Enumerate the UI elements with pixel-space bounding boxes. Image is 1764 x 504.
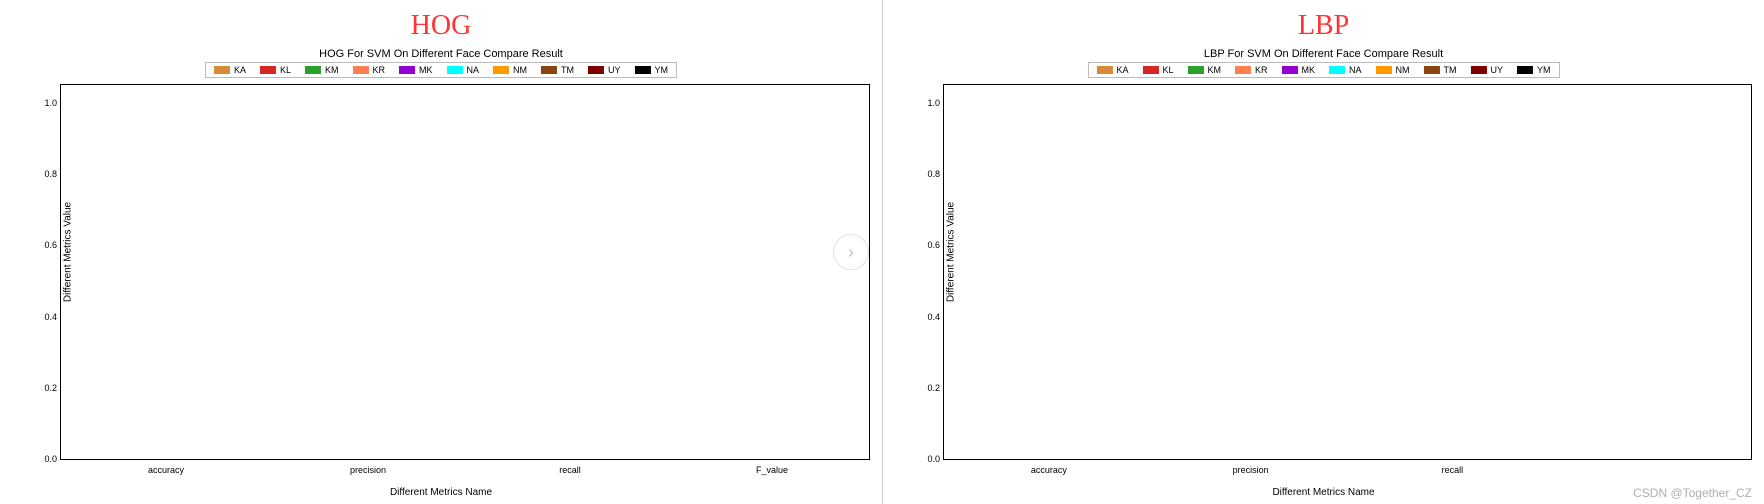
watermark-text: CSDN @Together_CZ	[1633, 486, 1752, 500]
legend-label: KR	[1255, 65, 1268, 75]
legend: KA KL KM KR MK NA NM TM UY YM	[205, 62, 677, 78]
legend-swatch	[635, 66, 651, 74]
legend-swatch	[399, 66, 415, 74]
legend-item: KR	[1235, 65, 1268, 75]
legend-swatch	[1282, 66, 1298, 74]
legend-item: NM	[1376, 65, 1410, 75]
legend-label: KA	[1116, 65, 1128, 75]
plot-area: 0.00.20.40.60.81.0accuracyprecisionrecal…	[944, 85, 1751, 459]
legend-item: TM	[1424, 65, 1457, 75]
legend-swatch	[260, 66, 276, 74]
panel-big-title: LBP	[1298, 10, 1349, 42]
legend-swatch	[1096, 66, 1112, 74]
legend-label: KM	[1207, 65, 1221, 75]
y-tick: 0.8	[44, 169, 57, 179]
legend-label: YM	[1537, 65, 1551, 75]
legend-swatch	[1187, 66, 1203, 74]
plot-area: 0.00.20.40.60.81.0accuracyprecisionrecal…	[61, 85, 869, 459]
legend-item: UY	[588, 65, 621, 75]
legend-item: KA	[214, 65, 246, 75]
legend-label: NA	[1349, 65, 1362, 75]
carousel-next-button[interactable]: ›	[833, 234, 869, 270]
panel-subtitle: LBP For SVM On Different Face Compare Re…	[1204, 48, 1443, 60]
legend-label: TM	[561, 65, 574, 75]
legend-swatch	[447, 66, 463, 74]
legend-label: NM	[513, 65, 527, 75]
legend-label: KR	[372, 65, 385, 75]
legend-label: KM	[325, 65, 339, 75]
legend-item: KL	[1142, 65, 1173, 75]
legend-item: KL	[260, 65, 291, 75]
legend-swatch	[214, 66, 230, 74]
legend-swatch	[1142, 66, 1158, 74]
legend-label: UY	[1491, 65, 1504, 75]
legend-item: MK	[399, 65, 433, 75]
legend-swatch	[305, 66, 321, 74]
legend-item: KM	[1187, 65, 1221, 75]
panel-subtitle: HOG For SVM On Different Face Compare Re…	[319, 48, 563, 60]
legend-item: UY	[1471, 65, 1504, 75]
y-tick: 1.0	[44, 98, 57, 108]
legend-item: KM	[305, 65, 339, 75]
legend-swatch	[493, 66, 509, 74]
legend-swatch	[588, 66, 604, 74]
y-tick: 0.4	[44, 312, 57, 322]
x-axis-label: Different Metrics Name	[390, 487, 492, 498]
plot-frame: 0.00.20.40.60.81.0accuracyprecisionrecal…	[943, 84, 1752, 460]
legend-swatch	[1517, 66, 1533, 74]
x-tick: recall	[1442, 465, 1464, 475]
legend-item: MK	[1282, 65, 1316, 75]
legend-label: TM	[1444, 65, 1457, 75]
legend-label: UY	[608, 65, 621, 75]
chart-panel-hog: HOG HOG For SVM On Different Face Compar…	[0, 0, 882, 504]
x-axis-label: Different Metrics Name	[1272, 487, 1374, 498]
chart-panel-lbp: LBP LBP For SVM On Different Face Compar…	[882, 0, 1764, 504]
chevron-right-icon: ›	[848, 242, 854, 263]
legend-label: KA	[234, 65, 246, 75]
y-tick: 0.2	[44, 383, 57, 393]
y-tick: 0.2	[927, 383, 940, 393]
y-tick: 0.8	[927, 169, 940, 179]
legend-item: NA	[447, 65, 480, 75]
legend-item: NA	[1329, 65, 1362, 75]
legend-swatch	[1424, 66, 1440, 74]
legend-label: NA	[467, 65, 480, 75]
legend-label: KL	[280, 65, 291, 75]
y-tick: 0.4	[927, 312, 940, 322]
legend-item: TM	[541, 65, 574, 75]
legend-label: YM	[655, 65, 669, 75]
x-tick: precision	[1233, 465, 1269, 475]
x-tick: accuracy	[148, 465, 184, 475]
y-tick: 0.0	[44, 454, 57, 464]
legend-swatch	[1376, 66, 1392, 74]
legend-swatch	[1329, 66, 1345, 74]
y-tick: 0.6	[927, 240, 940, 250]
legend-swatch	[1471, 66, 1487, 74]
x-tick: accuracy	[1031, 465, 1067, 475]
y-tick: 1.0	[927, 98, 940, 108]
legend-item: KR	[352, 65, 385, 75]
legend-swatch	[352, 66, 368, 74]
legend-swatch	[541, 66, 557, 74]
legend-item: NM	[493, 65, 527, 75]
y-tick: 0.0	[927, 454, 940, 464]
legend-item: YM	[635, 65, 669, 75]
legend-label: MK	[1302, 65, 1316, 75]
x-tick: recall	[559, 465, 581, 475]
legend-swatch	[1235, 66, 1251, 74]
legend-label: MK	[419, 65, 433, 75]
plot-frame: 0.00.20.40.60.81.0accuracyprecisionrecal…	[60, 84, 870, 460]
legend-label: NM	[1396, 65, 1410, 75]
y-tick: 0.6	[44, 240, 57, 250]
legend-label: KL	[1162, 65, 1173, 75]
panel-big-title: HOG	[411, 10, 472, 42]
legend-item: YM	[1517, 65, 1551, 75]
legend: KA KL KM KR MK NA NM TM UY YM	[1087, 62, 1559, 78]
x-tick: F_value	[756, 465, 788, 475]
legend-item: KA	[1096, 65, 1128, 75]
x-tick: precision	[350, 465, 386, 475]
